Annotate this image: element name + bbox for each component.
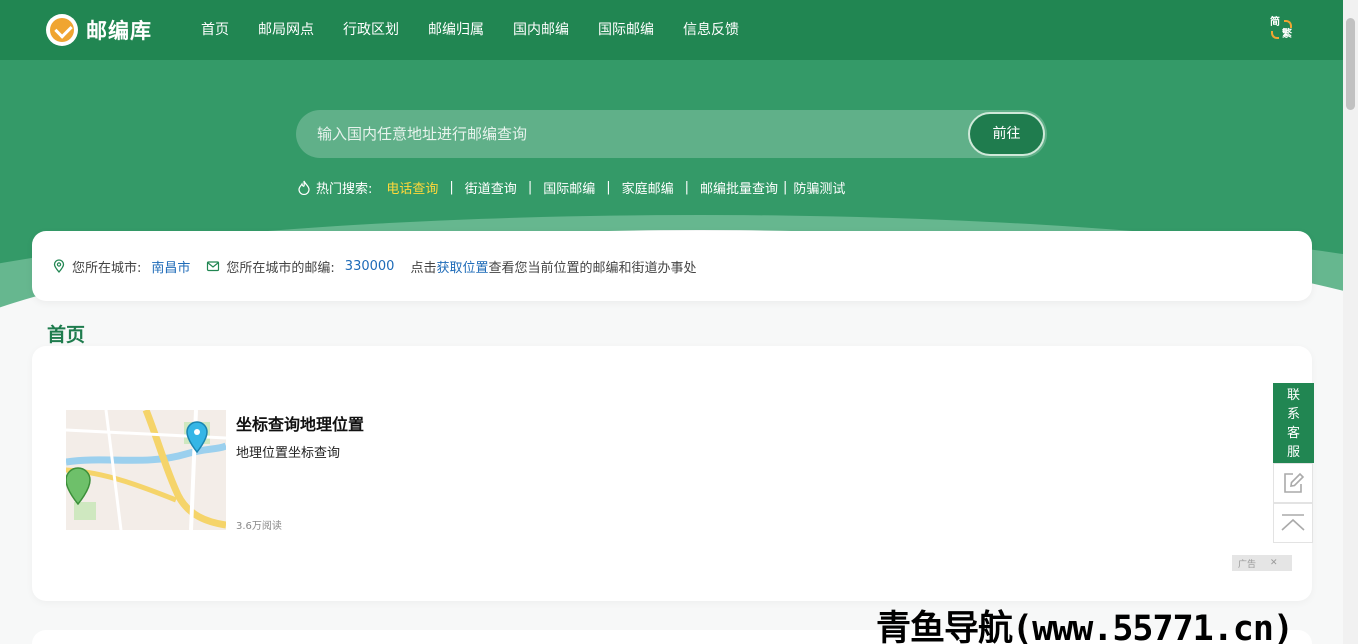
nav-domestic-zip[interactable]: 国内邮编	[513, 19, 569, 39]
contact-service-label: 联系客服	[1286, 388, 1300, 460]
nav-zip-ownership[interactable]: 邮编归属	[428, 19, 484, 39]
mail-icon	[207, 261, 220, 272]
main-nav: 首页 邮局网点 行政区划 邮编归属 国内邮编 国际邮编 信息反馈	[201, 19, 768, 39]
map-thumbnail-image	[66, 410, 226, 530]
scrollbar-thumb[interactable]	[1346, 18, 1355, 110]
edit-icon	[1284, 472, 1305, 493]
section-title: 首页	[47, 324, 86, 346]
divider: |	[783, 180, 788, 195]
city-label: 您所在城市:	[72, 260, 142, 276]
hot-link-batch-query[interactable]: 邮编批量查询	[700, 178, 778, 197]
nav-international-zip[interactable]: 国际邮编	[598, 19, 654, 39]
watermark-text: 青鱼导航(www.55771.cn)	[876, 609, 1294, 644]
article-read-count: 3.6万阅读	[236, 521, 282, 532]
back-to-top-button[interactable]	[1273, 503, 1313, 543]
nav-admin-divisions[interactable]: 行政区划	[343, 19, 399, 39]
location-hint-suffix: 查看您当前位置的邮编和街道办事处	[488, 260, 697, 276]
hot-search: 热门搜索: 电话查询 | 街道查询 | 国际邮编 | 家庭邮编 | 邮编批量查询…	[298, 178, 845, 197]
divider: |	[684, 180, 690, 195]
article-card: 坐标查询地理位置 地理位置坐标查询 3.6万阅读 广告 ✕	[32, 346, 1312, 601]
top-navbar: 邮编库 首页 邮局网点 行政区划 邮编归属 国内邮编 国际邮编 信息反馈 简 繁	[0, 0, 1343, 60]
ad-close-icon[interactable]: ✕	[1270, 558, 1278, 568]
article-description: 地理位置坐标查询	[236, 446, 341, 461]
hot-link-fraud-test[interactable]: 防骗测试	[793, 178, 845, 197]
location-card: 您所在城市: 南昌市 您所在城市的邮编: 330000 点击 获取位置 查看您当…	[32, 231, 1312, 301]
current-city[interactable]: 南昌市	[151, 257, 190, 276]
nav-feedback[interactable]: 信息反馈	[683, 19, 739, 39]
current-zip[interactable]: 330000	[345, 259, 395, 274]
divider: |	[527, 180, 533, 195]
search-input[interactable]	[296, 110, 956, 158]
swap-arrow-icon-2	[1271, 31, 1279, 39]
search-bar: 前往	[296, 110, 1047, 158]
swap-arrow-icon	[1284, 20, 1292, 28]
page-scrollbar[interactable]	[1343, 0, 1358, 644]
nav-home[interactable]: 首页	[201, 19, 229, 39]
location-hint-prefix: 点击	[410, 260, 437, 276]
zip-label: 您所在城市的邮编:	[226, 260, 335, 276]
divider: |	[449, 180, 454, 195]
lang-traditional: 繁	[1282, 29, 1292, 40]
divider: |	[606, 180, 611, 195]
article-title[interactable]: 坐标查询地理位置	[236, 411, 364, 435]
location-pin-icon	[53, 259, 65, 273]
lang-simplified: 简	[1270, 17, 1280, 28]
floating-toolbar: 联系客服	[1273, 383, 1314, 543]
get-location-link[interactable]: 获取位置	[436, 257, 488, 276]
hot-link-home-zip[interactable]: 家庭邮编	[622, 178, 674, 197]
site-logo[interactable]: 邮编库	[46, 14, 152, 46]
hot-link-intl-zip[interactable]: 国际邮编	[543, 178, 595, 197]
article-thumbnail[interactable]	[66, 410, 226, 530]
hot-link-street[interactable]: 街道查询	[465, 178, 517, 197]
search-button[interactable]: 前往	[968, 112, 1045, 156]
fire-icon	[298, 180, 310, 195]
logo-text: 邮编库	[86, 19, 152, 43]
ad-badge[interactable]: 广告 ✕	[1232, 555, 1292, 571]
ad-label: 广告	[1238, 559, 1257, 570]
language-toggle[interactable]: 简 繁	[1270, 17, 1294, 43]
logo-icon	[46, 14, 78, 46]
hot-search-label: 热门搜索:	[316, 182, 373, 197]
contact-service-button[interactable]: 联系客服	[1273, 383, 1314, 463]
feedback-button[interactable]	[1273, 463, 1313, 503]
hot-link-phone[interactable]: 电话查询	[386, 178, 438, 197]
nav-post-offices[interactable]: 邮局网点	[258, 19, 314, 39]
arrow-up-icon	[1281, 514, 1305, 531]
